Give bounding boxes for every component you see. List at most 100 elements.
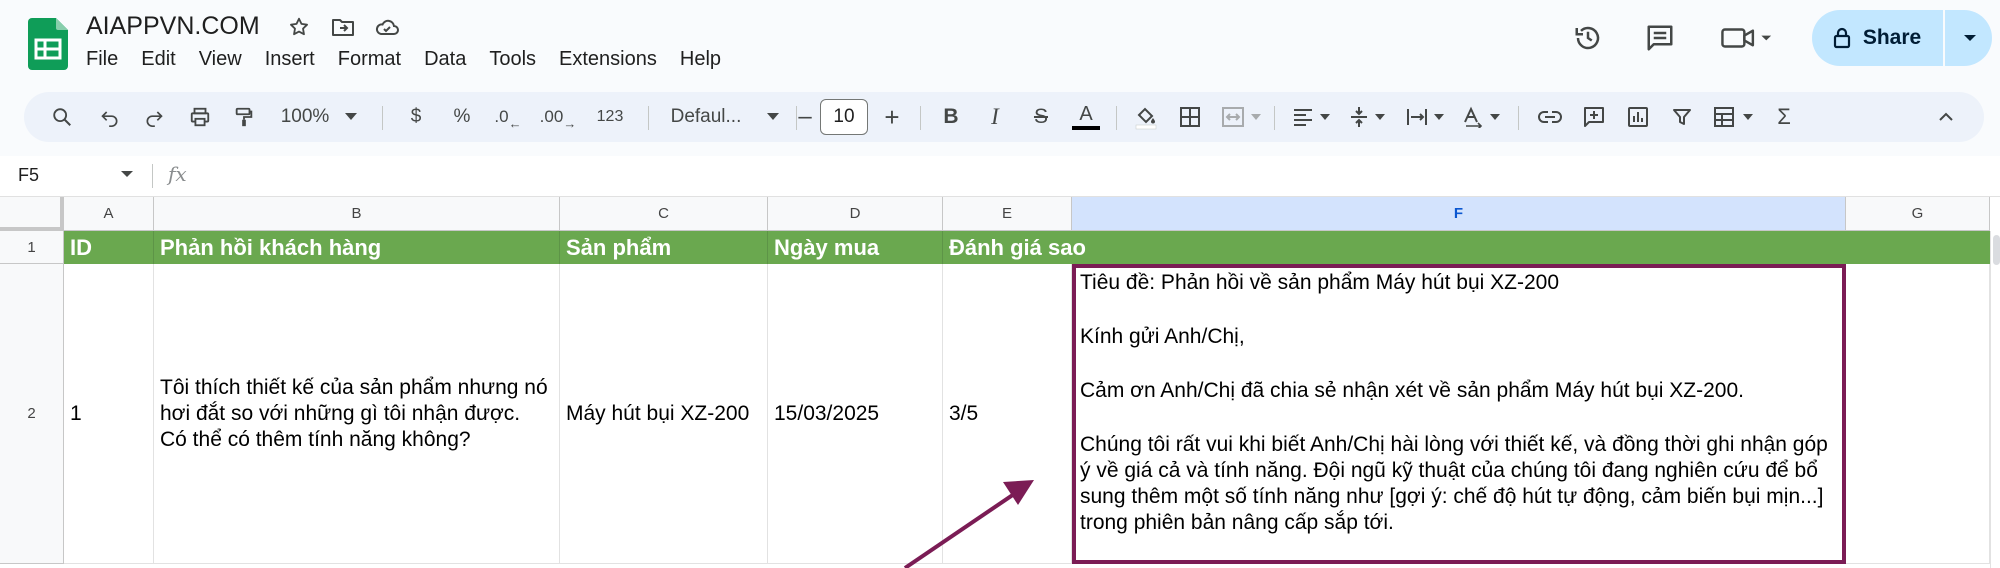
- italic-button[interactable]: I: [978, 92, 1012, 142]
- share-dropdown-icon[interactable]: [1950, 10, 1990, 66]
- meet-icon[interactable]: [1718, 20, 1778, 56]
- insert-comment-icon[interactable]: [1576, 92, 1612, 142]
- document-title[interactable]: AIAPPVN.COM: [86, 12, 260, 41]
- lock-icon: [1833, 27, 1850, 49]
- zoom-select[interactable]: 100%: [274, 92, 364, 142]
- cell-g2[interactable]: [1846, 264, 1990, 564]
- response-thanks: Cảm ơn Anh/Chị đã chia sẻ nhận xét về sả…: [1080, 379, 1744, 402]
- currency-format-button[interactable]: $: [396, 92, 436, 142]
- menu-insert[interactable]: Insert: [265, 48, 326, 71]
- menu-edit[interactable]: Edit: [141, 48, 186, 71]
- share-button[interactable]: Share: [1812, 10, 1942, 66]
- collapse-toolbar-icon[interactable]: [1928, 92, 1964, 142]
- fx-icon: fx: [168, 162, 187, 186]
- column-header-f[interactable]: F: [1072, 197, 1846, 231]
- column-header-d[interactable]: D: [768, 197, 943, 231]
- print-icon[interactable]: [184, 92, 216, 142]
- menu-tools[interactable]: Tools: [489, 48, 547, 71]
- menu-help[interactable]: Help: [680, 48, 732, 71]
- decrease-decimal-button[interactable]: .0 ←: [488, 92, 528, 142]
- formula-bar: F5 fx: [0, 156, 2000, 197]
- share-divider: [1943, 10, 1945, 66]
- header-cell-product[interactable]: Sản phẩm: [560, 231, 768, 264]
- formula-divider: [152, 164, 153, 188]
- search-menus-icon[interactable]: [46, 92, 78, 142]
- text-color-label: A: [1079, 103, 1093, 125]
- scrollbar-thumb[interactable]: [1993, 235, 2000, 265]
- redo-icon[interactable]: [138, 92, 170, 142]
- name-box[interactable]: F5: [18, 165, 39, 186]
- cell-b2[interactable]: Tôi thích thiết kế của sản phẩm nhưng nó…: [154, 264, 560, 564]
- decrease-font-size-button[interactable]: –: [794, 92, 816, 142]
- star-icon[interactable]: [286, 14, 312, 40]
- column-header-c[interactable]: C: [560, 197, 768, 231]
- row-header-1[interactable]: 1: [0, 231, 64, 264]
- response-greeting: Kính gửi Anh/Chị,: [1080, 325, 1245, 348]
- undo-icon[interactable]: [94, 92, 126, 142]
- increase-font-size-button[interactable]: +: [876, 92, 908, 142]
- zoom-value: 100%: [280, 106, 330, 127]
- cell-a2[interactable]: 1: [64, 264, 154, 564]
- column-header-e[interactable]: E: [943, 197, 1072, 231]
- menu-view[interactable]: View: [199, 48, 253, 71]
- toolbar-divider: [648, 106, 649, 130]
- more-formats-button[interactable]: 123: [584, 92, 636, 142]
- spreadsheet-grid: A B C D E F G 1 2 ID Phản hồi khách hàng…: [0, 197, 2000, 568]
- borders-icon[interactable]: [1172, 92, 1208, 142]
- column-header-a[interactable]: A: [64, 197, 154, 231]
- vertical-scrollbar[interactable]: [1990, 231, 2000, 568]
- increase-decimal-button[interactable]: .00 →: [536, 92, 580, 142]
- cell-c2[interactable]: Máy hút bụi XZ-200: [560, 264, 768, 564]
- text-color-swatch: [1072, 126, 1100, 130]
- column-header-b[interactable]: B: [154, 197, 560, 231]
- header-cell-date[interactable]: Ngày mua: [768, 231, 943, 264]
- text-color-button[interactable]: A: [1068, 92, 1104, 142]
- font-family-select[interactable]: Defaul...: [660, 92, 790, 142]
- cell-e2[interactable]: 3/5: [943, 264, 1072, 564]
- comments-icon[interactable]: [1642, 20, 1678, 56]
- formula-input[interactable]: [210, 164, 1910, 188]
- chevron-down-icon[interactable]: [120, 166, 134, 184]
- vertical-align-icon[interactable]: [1342, 92, 1392, 142]
- paint-format-icon[interactable]: [228, 92, 260, 142]
- menu-bar: File Edit View Insert Format Data Tools …: [86, 48, 744, 71]
- fill-color-icon[interactable]: [1128, 92, 1164, 142]
- font-family-value: Defaul...: [670, 106, 742, 127]
- cloud-status-icon[interactable]: [374, 14, 400, 40]
- header-cell-rating[interactable]: Đánh giá sao: [943, 231, 1086, 264]
- header-cell-feedback[interactable]: Phản hồi khách hàng: [154, 231, 560, 264]
- filter-views-icon[interactable]: [1708, 92, 1758, 142]
- move-folder-icon[interactable]: [330, 14, 356, 40]
- filter-icon[interactable]: [1664, 92, 1700, 142]
- insert-chart-icon[interactable]: [1620, 92, 1656, 142]
- bold-button[interactable]: B: [934, 92, 968, 142]
- functions-button[interactable]: Σ: [1766, 92, 1802, 142]
- cell-b2-text: Tôi thích thiết kế của sản phẩm nhưng nó…: [160, 375, 548, 451]
- font-size-input[interactable]: 10: [820, 99, 868, 135]
- text-rotation-icon[interactable]: [1456, 92, 1506, 142]
- decrease-decimal-label: .0: [494, 107, 509, 126]
- menu-extensions[interactable]: Extensions: [559, 48, 668, 71]
- column-header-g[interactable]: G: [1846, 197, 1990, 231]
- menu-format[interactable]: Format: [338, 48, 412, 71]
- sheets-logo-icon[interactable]: [28, 18, 68, 70]
- menu-file[interactable]: File: [86, 48, 129, 71]
- text-wrapping-icon[interactable]: [1400, 92, 1450, 142]
- row-header-2[interactable]: 2: [0, 264, 64, 564]
- share-label: Share: [1862, 26, 1922, 49]
- share-button-group: Share: [1812, 10, 1992, 66]
- horizontal-align-icon[interactable]: [1286, 92, 1336, 142]
- version-history-icon[interactable]: [1570, 20, 1606, 56]
- strikethrough-button[interactable]: S: [1024, 92, 1058, 142]
- toolbar-divider: [920, 106, 921, 130]
- menu-data[interactable]: Data: [424, 48, 477, 71]
- insert-link-icon[interactable]: [1532, 92, 1568, 142]
- cell-d2[interactable]: 15/03/2025: [768, 264, 943, 564]
- select-all-corner[interactable]: [0, 197, 64, 231]
- percent-format-button[interactable]: %: [442, 92, 482, 142]
- toolbar-divider: [1518, 106, 1519, 130]
- increase-decimal-label: .00: [539, 107, 564, 126]
- cell-f2-response[interactable]: Tiêu đề: Phản hồi về sản phẩm Máy hút bụ…: [1072, 264, 1846, 564]
- header-cell-id[interactable]: ID: [64, 231, 154, 264]
- merge-cells-icon[interactable]: [1216, 92, 1266, 142]
